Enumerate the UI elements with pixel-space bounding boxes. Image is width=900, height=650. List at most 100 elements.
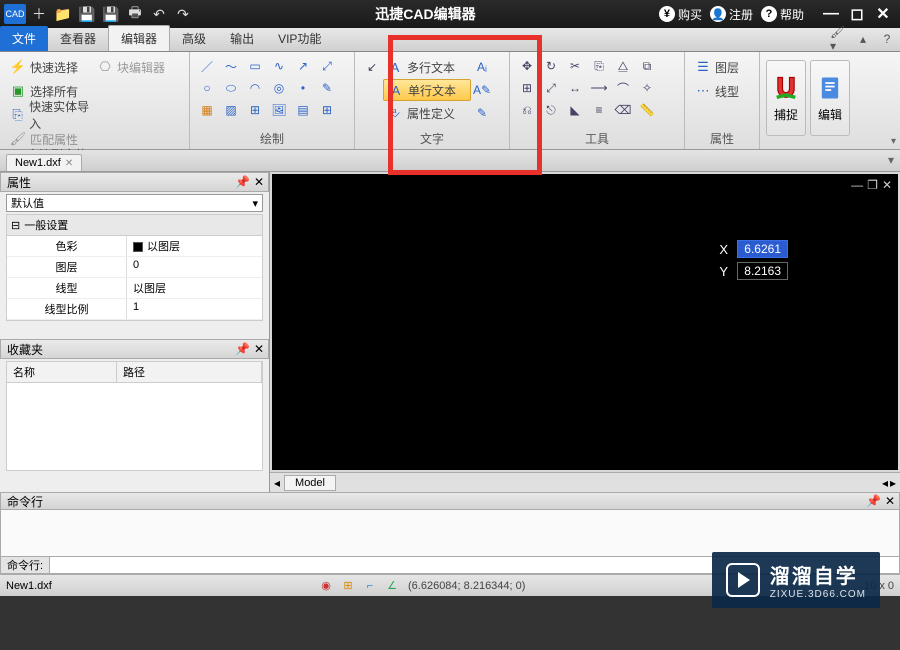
panel-close-icon[interactable]: ✕ (885, 494, 895, 508)
redo-icon[interactable]: ↷ (172, 4, 194, 24)
panel-close-icon[interactable]: ✕ (254, 175, 264, 189)
status-polar-icon[interactable]: ∠ (382, 577, 402, 595)
chamfer-icon[interactable]: ◣ (564, 100, 586, 120)
linetype-button[interactable]: ⋯线型 (691, 80, 743, 102)
close-icon[interactable]: ✕ (872, 4, 894, 24)
text-edit-icon[interactable]: A✎ (471, 80, 493, 100)
erase-icon[interactable]: ⌫ (612, 100, 634, 120)
y-value[interactable]: 8.2163 (737, 262, 788, 280)
buy-button[interactable]: ¥购买 (659, 6, 702, 23)
tab-file[interactable]: 文件 (0, 26, 48, 51)
help-button[interactable]: ?帮助 (761, 6, 804, 23)
undo-icon[interactable]: ↶ (148, 4, 170, 24)
spline-icon[interactable]: ∿ (268, 56, 290, 76)
new-icon[interactable]: ＋ (28, 4, 50, 24)
command-panel-header[interactable]: 命令行 📌 ✕ (0, 492, 900, 510)
drawing-canvas[interactable]: — ❐ ✕ X 6.6261 Y 8.2163 (272, 174, 898, 470)
maximize-icon[interactable]: ◻ (846, 4, 868, 24)
quick-select-button[interactable]: ⚡快速选择 (6, 56, 91, 78)
measure-icon[interactable]: 📏 (636, 100, 658, 120)
canvas-close-icon[interactable]: ✕ (882, 178, 892, 192)
trim-icon[interactable]: ✂ (564, 56, 586, 76)
tab-scroll-right-icon[interactable]: ▸ (890, 476, 896, 490)
fav-col-path[interactable]: 路径 (117, 362, 262, 382)
copy-icon[interactable]: ⎘ (588, 56, 610, 76)
xline-icon[interactable]: ⤢ (316, 56, 338, 76)
fav-col-name[interactable]: 名称 (7, 362, 117, 382)
join-icon[interactable]: ⎋ (540, 100, 562, 120)
block-insert-icon[interactable]: ⊞ (244, 100, 266, 120)
save-icon[interactable]: 💾 (76, 4, 98, 24)
edit-button[interactable]: 编辑 (810, 60, 850, 136)
register-button[interactable]: 👤注册 (710, 6, 753, 23)
block-editor-button[interactable]: ⎔块编辑器 (93, 56, 178, 78)
image-icon[interactable]: 🖼 (268, 100, 290, 120)
ray-icon[interactable]: ↗ (292, 56, 314, 76)
canvas-restore-icon[interactable]: ❐ (867, 178, 878, 192)
tab-scroll-left-icon[interactable]: ◂ (274, 476, 280, 490)
array-icon[interactable]: ⊞ (516, 78, 538, 98)
quick-import-button[interactable]: ⎘快速实体导入 (6, 104, 101, 126)
pin-icon[interactable]: 📌 (866, 494, 881, 508)
extend-icon[interactable]: ⟶ (588, 78, 610, 98)
text-style-icon[interactable]: Aᵢ (471, 57, 493, 77)
scale-icon[interactable]: ⤢ (540, 78, 562, 98)
tab-vip[interactable]: VIP功能 (266, 26, 333, 51)
match-props-button[interactable]: 🖌匹配属性 (6, 128, 91, 150)
tabs-dropdown-icon[interactable]: ▾ (888, 153, 894, 167)
multiline-text-button[interactable]: A多行文本 (383, 56, 471, 78)
align-icon[interactable]: ≡ (588, 100, 610, 120)
props-category-general[interactable]: ⊟一般设置 (7, 215, 262, 236)
print-icon[interactable]: 🖶 (124, 4, 146, 24)
tab-editor[interactable]: 编辑器 (108, 25, 170, 51)
status-grid-icon[interactable]: ⊞ (338, 577, 358, 595)
saveall-icon[interactable]: 💾 (100, 4, 122, 24)
open-icon[interactable]: 📁 (52, 4, 74, 24)
prop-row-layer[interactable]: 图层0 (7, 257, 262, 278)
singleline-text-button[interactable]: A单行文本 (383, 79, 471, 101)
prop-row-linetype[interactable]: 线型以图层 (7, 278, 262, 299)
layer-button[interactable]: ☰图层 (691, 56, 743, 78)
tab-viewer[interactable]: 查看器 (48, 26, 108, 51)
explode-icon[interactable]: ✧ (636, 78, 658, 98)
tab-close-icon[interactable]: ✕ (65, 158, 73, 169)
offset-icon[interactable]: ⧉ (636, 56, 658, 76)
prop-row-ltscale[interactable]: 线型比例1 (7, 299, 262, 320)
document-tab[interactable]: New1.dxf ✕ (6, 154, 82, 171)
ribbon-collapse-icon[interactable]: ▾ (891, 136, 896, 147)
status-ortho-icon[interactable]: ⌐ (360, 577, 380, 595)
line-icon[interactable]: ／ (196, 56, 218, 76)
polyline-icon[interactable]: 〜 (220, 56, 242, 76)
point-icon[interactable]: • (292, 78, 314, 98)
circle-icon[interactable]: ○ (196, 78, 218, 98)
minimize-icon[interactable]: — (820, 4, 842, 24)
stretch-icon[interactable]: ↔ (564, 78, 586, 98)
hatch-icon[interactable]: ▦ (196, 100, 218, 120)
mirror-icon[interactable]: ⧋ (612, 56, 634, 76)
model-tab[interactable]: Model (284, 475, 336, 491)
prop-row-color[interactable]: 色彩以图层 (7, 236, 262, 257)
style-dropdown-icon[interactable]: 🖌▾ (830, 30, 848, 48)
panel-close-icon[interactable]: ✕ (254, 342, 264, 356)
text-find-icon[interactable]: ✎ (471, 103, 493, 123)
fillet-icon[interactable]: ⌒ (612, 78, 634, 98)
move-icon[interactable]: ✥ (516, 56, 538, 76)
donut-icon[interactable]: ◎ (268, 78, 290, 98)
pin-icon[interactable]: 📌 (235, 175, 250, 189)
tab-output[interactable]: 输出 (218, 26, 266, 51)
favorites-panel-header[interactable]: 收藏夹 📌 ✕ (0, 339, 269, 359)
break-icon[interactable]: ⎌ (516, 100, 538, 120)
tab-scroll-left2-icon[interactable]: ◂ (882, 476, 888, 490)
command-history[interactable] (0, 509, 900, 557)
ellipse-icon[interactable]: ⬭ (220, 78, 242, 98)
canvas-min-icon[interactable]: — (851, 178, 863, 192)
sketch-icon[interactable]: ✎ (316, 78, 338, 98)
menu-help-icon[interactable]: ? (878, 30, 896, 48)
app-icon[interactable]: CAD (4, 4, 26, 24)
grid-icon[interactable]: ⊞ (316, 100, 338, 120)
tab-advanced[interactable]: 高级 (170, 26, 218, 51)
text-leader-icon[interactable]: ↙ (361, 57, 383, 77)
x-value[interactable]: 6.6261 (737, 240, 788, 258)
ribbon-expand-icon[interactable]: ▴ (854, 30, 872, 48)
table-icon[interactable]: ▤ (292, 100, 314, 120)
